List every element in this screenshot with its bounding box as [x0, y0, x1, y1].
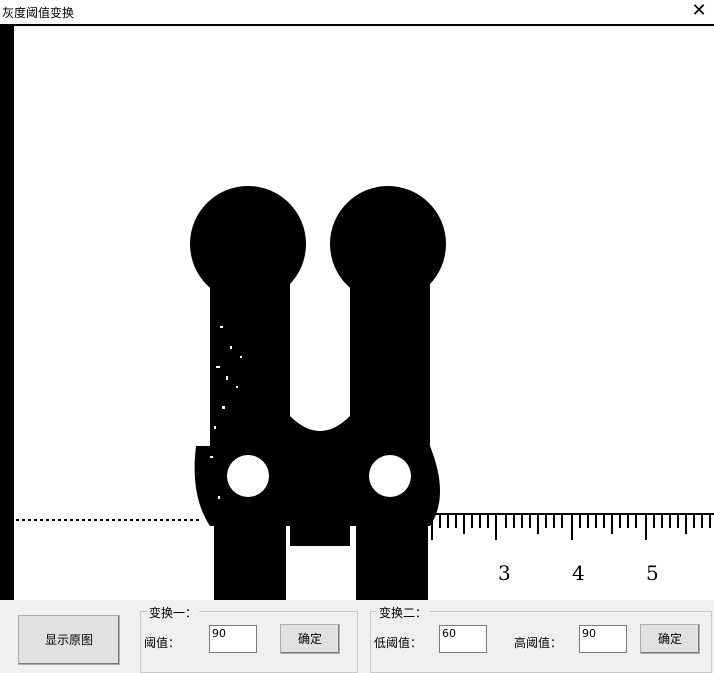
transform-one-title: 变换一： — [147, 604, 200, 621]
title-bar: 灰度阈值变换 ✕ — [0, 0, 714, 24]
confirm-button-1[interactable]: 确定 — [280, 624, 340, 654]
low-threshold-label: 低阈值： — [374, 636, 423, 650]
threshold-input[interactable]: 90 — [209, 625, 257, 653]
close-icon[interactable]: ✕ — [690, 2, 708, 20]
high-threshold-input[interactable]: 90 — [579, 625, 627, 653]
ruler-number-3: 3 — [498, 561, 511, 585]
window-title: 灰度阈值变换 — [2, 6, 75, 20]
ruler-number-4: 4 — [572, 561, 585, 585]
right-hole — [369, 455, 411, 497]
low-threshold-input[interactable]: 60 — [439, 625, 487, 653]
left-hole — [227, 455, 269, 497]
binarized-image: 3 4 5 — [16, 186, 714, 600]
threshold-label: 阈值： — [144, 636, 181, 650]
image-canvas: 3 4 5 — [0, 26, 714, 600]
high-threshold-label: 高阈值： — [514, 636, 563, 650]
ruler-number-5: 5 — [646, 561, 659, 585]
transform-two-title: 变换二： — [377, 604, 430, 621]
confirm-button-2[interactable]: 确定 — [640, 624, 700, 654]
show-original-button[interactable]: 显示原图 — [18, 615, 120, 665]
control-panel: 显示原图 变换一： 阈值： 90 确定 变换二： 低阈值： 60 高阈值： 90… — [0, 600, 714, 673]
specimen-shape — [190, 186, 446, 600]
